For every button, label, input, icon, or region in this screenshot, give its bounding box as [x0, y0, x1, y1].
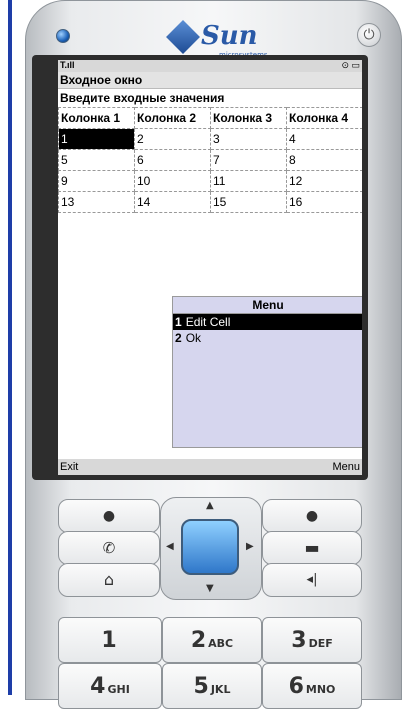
table-row: 1 2 3 4: [58, 128, 362, 150]
key-letters: JKL: [210, 683, 231, 696]
table-cell-selected[interactable]: 1: [58, 128, 135, 150]
softkey-right-menu[interactable]: Menu: [332, 459, 360, 475]
up-arrow-icon[interactable]: ▲: [206, 500, 214, 511]
back-button[interactable]: ◂|: [262, 563, 362, 597]
power-button[interactable]: ⏻: [357, 23, 381, 47]
battery-icon: ⊙ ▭: [341, 60, 360, 70]
column-header: Колонка 2: [134, 107, 211, 129]
dot-icon: ●: [102, 508, 116, 524]
key-4[interactable]: 4 GHI: [58, 663, 162, 709]
table-header-row: Колонка 1 Колонка 2 Колонка 3 Колонка 4: [58, 107, 362, 129]
table-cell[interactable]: 4: [286, 128, 362, 150]
key-letters: GHI: [107, 683, 130, 696]
menu-item-number: 1: [175, 315, 182, 329]
table-row: 5 6 7 8: [58, 149, 362, 171]
menu-item-edit-cell[interactable]: 1 Edit Cell: [173, 314, 362, 330]
table-cell[interactable]: 9: [58, 170, 135, 192]
key-letters: MNO: [305, 683, 336, 696]
left-accent-line: [8, 0, 12, 695]
dot-icon: ●: [305, 508, 319, 524]
key-letters: DEF: [308, 637, 333, 650]
sun-diamond-icon: [166, 20, 200, 54]
key-1[interactable]: 1: [58, 617, 162, 663]
power-icon: ⏻: [363, 27, 375, 43]
table-row: 9 10 11 12: [58, 170, 362, 192]
signal-icon: T.ıll: [60, 60, 75, 70]
key-3[interactable]: 3 DEF: [262, 617, 362, 663]
column-header: Колонка 3: [210, 107, 287, 129]
menu-title: Menu: [173, 297, 362, 314]
menu-item-number: 2: [175, 331, 182, 345]
key-digit: 3: [291, 628, 307, 653]
logo-text: Sun: [201, 21, 258, 51]
menu-item-label: Ok: [185, 331, 202, 345]
popup-menu: Menu 1 Edit Cell 2 Ok: [172, 296, 362, 448]
softkey-bar: Exit Menu: [58, 459, 362, 475]
data-table: Колонка 1 Колонка 2 Колонка 3 Колонка 4 …: [58, 107, 362, 213]
table-cell[interactable]: 3: [210, 128, 287, 150]
menu-item-ok[interactable]: 2 Ok: [173, 330, 362, 346]
indicator-light-icon: [56, 29, 70, 43]
softkey-left-exit[interactable]: Exit: [60, 459, 78, 475]
home-button[interactable]: ⌂: [58, 563, 160, 597]
table-cell[interactable]: 15: [210, 191, 287, 213]
key-digit: 2: [190, 628, 207, 653]
menu-item-label: Edit Cell: [185, 315, 231, 329]
key-digit: 5: [193, 674, 209, 699]
table-cell[interactable]: 8: [286, 149, 362, 171]
table-cell[interactable]: 12: [286, 170, 362, 192]
table-cell[interactable]: 5: [58, 149, 135, 171]
back-icon: ◂|: [306, 572, 318, 587]
column-header: Колонка 1: [58, 107, 135, 129]
table-cell[interactable]: 16: [286, 191, 362, 213]
right-softkey-button[interactable]: ●: [262, 499, 362, 533]
key-digit: 1: [101, 628, 117, 653]
key-6[interactable]: 6 MNO: [262, 663, 362, 709]
call-icon: ✆: [102, 539, 116, 557]
select-button[interactable]: [181, 519, 239, 575]
key-digit: 4: [90, 674, 106, 699]
table-cell[interactable]: 7: [210, 149, 287, 171]
table-cell[interactable]: 14: [134, 191, 211, 213]
table-cell[interactable]: 11: [210, 170, 287, 192]
key-2[interactable]: 2 ABC: [162, 617, 262, 663]
key-digit: 6: [288, 674, 304, 699]
left-arrow-icon[interactable]: ◀: [166, 541, 174, 552]
down-arrow-icon[interactable]: ▼: [206, 583, 214, 594]
screen-subtitle: Введите входные значения: [60, 91, 225, 105]
status-bar: T.ıll ⊙ ▭: [58, 60, 362, 72]
right-arrow-icon[interactable]: ▶: [246, 541, 254, 552]
table-cell[interactable]: 6: [134, 149, 211, 171]
screen-title: Входное окно: [58, 72, 362, 89]
end-call-icon: ▬: [304, 538, 320, 557]
key-letters: ABC: [208, 637, 234, 650]
phone-screen: T.ıll ⊙ ▭ Входное окно Введите входные з…: [58, 60, 362, 475]
table-row: 13 14 15 16: [58, 191, 362, 213]
key-5[interactable]: 5 JKL: [162, 663, 262, 709]
table-cell[interactable]: 13: [58, 191, 135, 213]
end-call-button[interactable]: ▬: [262, 531, 362, 565]
column-header: Колонка 4: [286, 107, 362, 129]
table-cell[interactable]: 2: [134, 128, 211, 150]
home-icon: ⌂: [103, 570, 115, 589]
call-button[interactable]: ✆: [58, 531, 160, 565]
left-softkey-button[interactable]: ●: [58, 499, 160, 533]
table-cell[interactable]: 10: [134, 170, 211, 192]
